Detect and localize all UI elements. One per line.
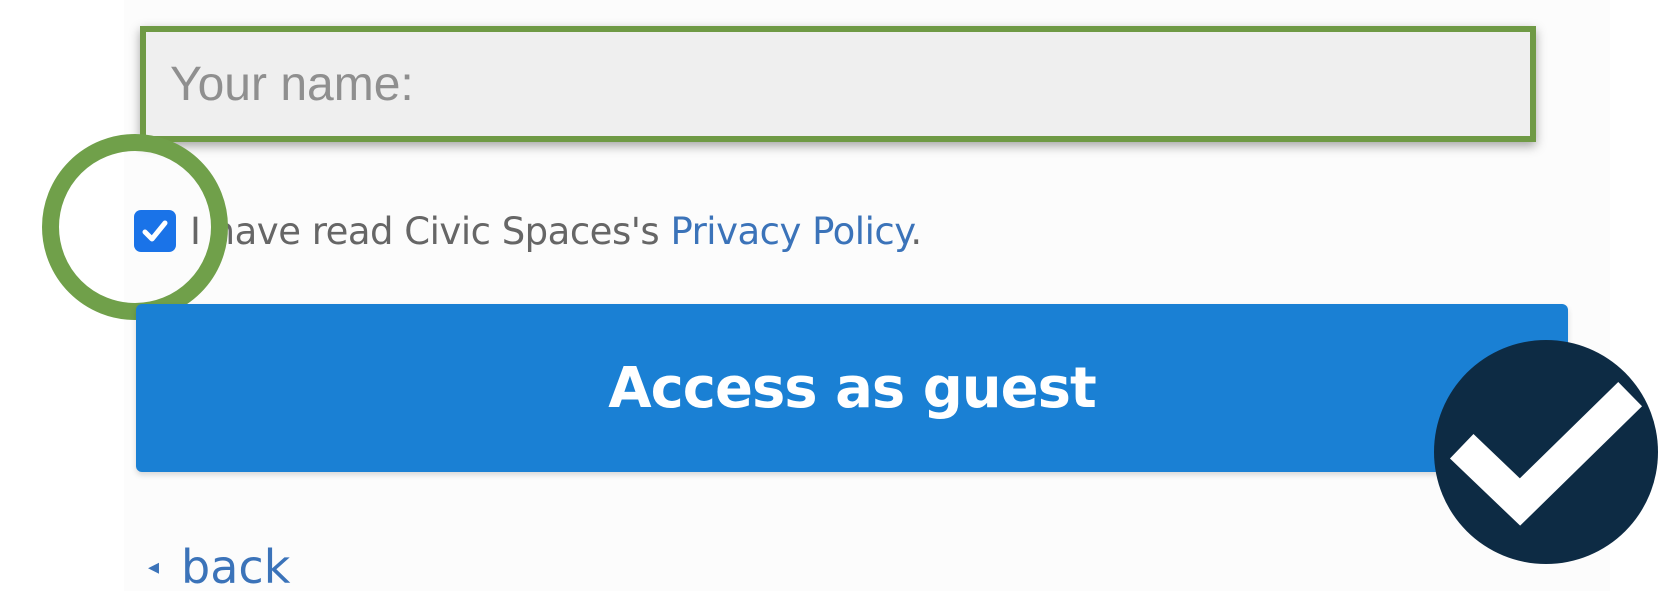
back-arrow-icon: ◂	[148, 554, 160, 580]
privacy-policy-link[interactable]: Privacy Policy	[670, 210, 910, 253]
back-label: back	[181, 540, 291, 594]
privacy-consent-row: I have read Civic Spaces's Privacy Polic…	[134, 206, 922, 256]
check-icon	[1449, 381, 1643, 526]
access-as-guest-button[interactable]: Access as guest	[136, 304, 1568, 472]
checkbox-highlight-ring	[42, 134, 228, 320]
success-check-badge	[1434, 340, 1658, 564]
consent-text-after: .	[910, 209, 922, 253]
consent-text-before: I have read Civic Spaces's	[190, 209, 671, 253]
privacy-consent-label: I have read Civic Spaces's Privacy Polic…	[190, 210, 922, 253]
back-link[interactable]: ◂ back	[148, 540, 290, 594]
name-input[interactable]	[140, 26, 1536, 142]
